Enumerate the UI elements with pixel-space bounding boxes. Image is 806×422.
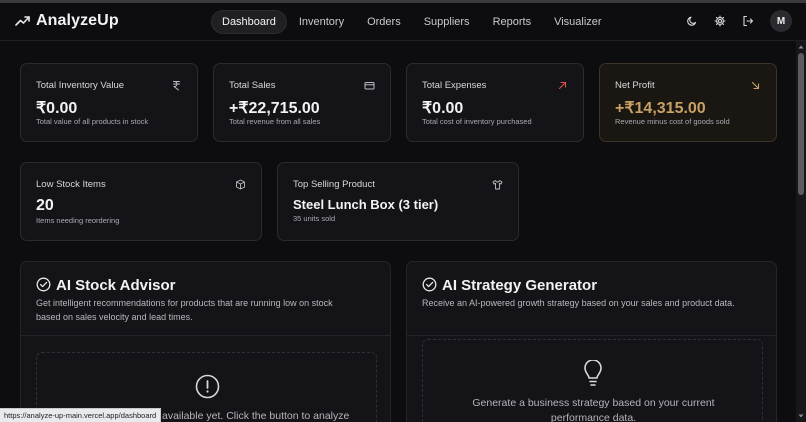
nav-visualizer[interactable]: Visualizer — [543, 10, 613, 34]
rupee-icon — [173, 81, 180, 91]
trending-up-icon — [15, 16, 30, 26]
description-line: based on sales velocity and lead times. — [36, 312, 193, 322]
moon-icon — [687, 16, 697, 26]
theme-toggle-button[interactable] — [682, 11, 702, 31]
stat-card-top-product: Top Selling Product Steel Lunch Box (3 t… — [277, 162, 519, 241]
card-header: AI Strategy Generator Receive an AI-powe… — [407, 262, 776, 336]
scroll-up-arrow-icon[interactable] — [798, 44, 804, 50]
stat-subtext: Total revenue from all sales — [229, 117, 321, 126]
app-name: AnalyzeUp — [36, 12, 119, 29]
scroll-down-arrow-icon[interactable] — [798, 413, 804, 419]
stat-card-low-stock: Low Stock Items 20 Items needing reorder… — [20, 162, 262, 241]
stat-subtext: Total cost of inventory purchased — [422, 117, 532, 126]
stat-label: Top Selling Product — [293, 179, 375, 190]
app-logo[interactable]: AnalyzeUp — [15, 12, 119, 30]
logout-button[interactable] — [738, 11, 758, 31]
empty-state-line: Generate a business strategy based on yo… — [472, 397, 715, 409]
logout-icon — [743, 15, 754, 27]
stat-value: +₹14,315.00 — [615, 100, 706, 117]
stat-card-total-expenses: Total Expenses ₹0.00 Total cost of inven… — [406, 63, 584, 142]
ai-stock-advisor-card: AI Stock Advisor Get intelligent recomme… — [20, 261, 391, 422]
stat-value: +₹22,715.00 — [229, 100, 320, 117]
nav-actions: M — [682, 10, 792, 32]
package-icon — [236, 179, 245, 190]
empty-state-text: available yet. Click the button to analy… — [162, 410, 350, 422]
credit-card-icon — [364, 82, 375, 90]
empty-state-text: Generate a business strategy based on yo… — [423, 396, 764, 422]
stat-card-total-sales: Total Sales +₹22,715.00 Total revenue fr… — [213, 63, 391, 142]
nav-suppliers[interactable]: Suppliers — [413, 10, 481, 34]
description-line: Get intelligent recommendations for prod… — [36, 298, 333, 308]
stat-subtext: Items needing reordering — [36, 216, 120, 225]
check-circle-icon — [422, 277, 437, 292]
settings-button[interactable] — [710, 11, 730, 31]
ai-strategy-generator-card: AI Strategy Generator Receive an AI-powe… — [406, 261, 777, 422]
scrollbar-thumb[interactable] — [798, 53, 804, 195]
nav-orders[interactable]: Orders — [356, 10, 412, 34]
stat-label: Total Sales — [229, 80, 276, 91]
arrow-up-right-icon — [558, 81, 567, 90]
user-avatar[interactable]: M — [770, 10, 792, 32]
alert-circle-icon — [195, 374, 220, 399]
card-header: AI Stock Advisor Get intelligent recomme… — [21, 262, 390, 336]
stat-label: Low Stock Items — [36, 179, 106, 190]
status-bar-url: https://analyze-up-main.vercel.app/dashb… — [0, 408, 162, 422]
stat-value: ₹0.00 — [422, 100, 464, 117]
stat-subtext: Revenue minus cost of goods sold — [615, 117, 730, 126]
stat-subtext: Total value of all products in stock — [36, 117, 149, 126]
main-nav: Dashboard Inventory Orders Suppliers Rep… — [211, 10, 614, 34]
strategy-empty-state: Generate a business strategy based on yo… — [422, 339, 763, 422]
card-description: Receive an AI-powered growth strategy ba… — [422, 296, 772, 310]
stat-card-inventory-value: Total Inventory Value ₹0.00 Total value … — [20, 63, 198, 142]
gear-icon — [714, 15, 726, 27]
check-circle-icon — [36, 277, 51, 292]
empty-state-line: performance data. — [550, 412, 637, 422]
nav-reports[interactable]: Reports — [482, 10, 543, 34]
stat-label: Total Expenses — [422, 80, 487, 91]
card-title: AI Strategy Generator — [442, 277, 598, 294]
stat-subtext: 35 units sold — [293, 214, 336, 223]
stat-value: Steel Lunch Box (3 tier) — [293, 197, 439, 212]
page-scrollbar[interactable] — [796, 41, 806, 422]
nav-inventory[interactable]: Inventory — [288, 10, 355, 34]
stat-label: Total Inventory Value — [36, 80, 125, 91]
card-description: Get intelligent recommendations for prod… — [36, 296, 366, 324]
top-navbar: AnalyzeUp Dashboard Inventory Orders Sup… — [0, 3, 806, 41]
lightbulb-icon — [584, 360, 602, 386]
stat-value: ₹0.00 — [36, 100, 78, 117]
nav-dashboard[interactable]: Dashboard — [211, 10, 287, 34]
stat-card-net-profit: Net Profit +₹14,315.00 Revenue minus cos… — [599, 63, 777, 142]
description-line: Receive an AI-powered growth strategy ba… — [422, 298, 735, 308]
stat-label: Net Profit — [615, 80, 655, 91]
card-title: AI Stock Advisor — [56, 277, 176, 294]
shirt-icon — [492, 180, 503, 190]
arrow-down-right-icon — [751, 81, 760, 90]
stat-value: 20 — [36, 197, 54, 214]
